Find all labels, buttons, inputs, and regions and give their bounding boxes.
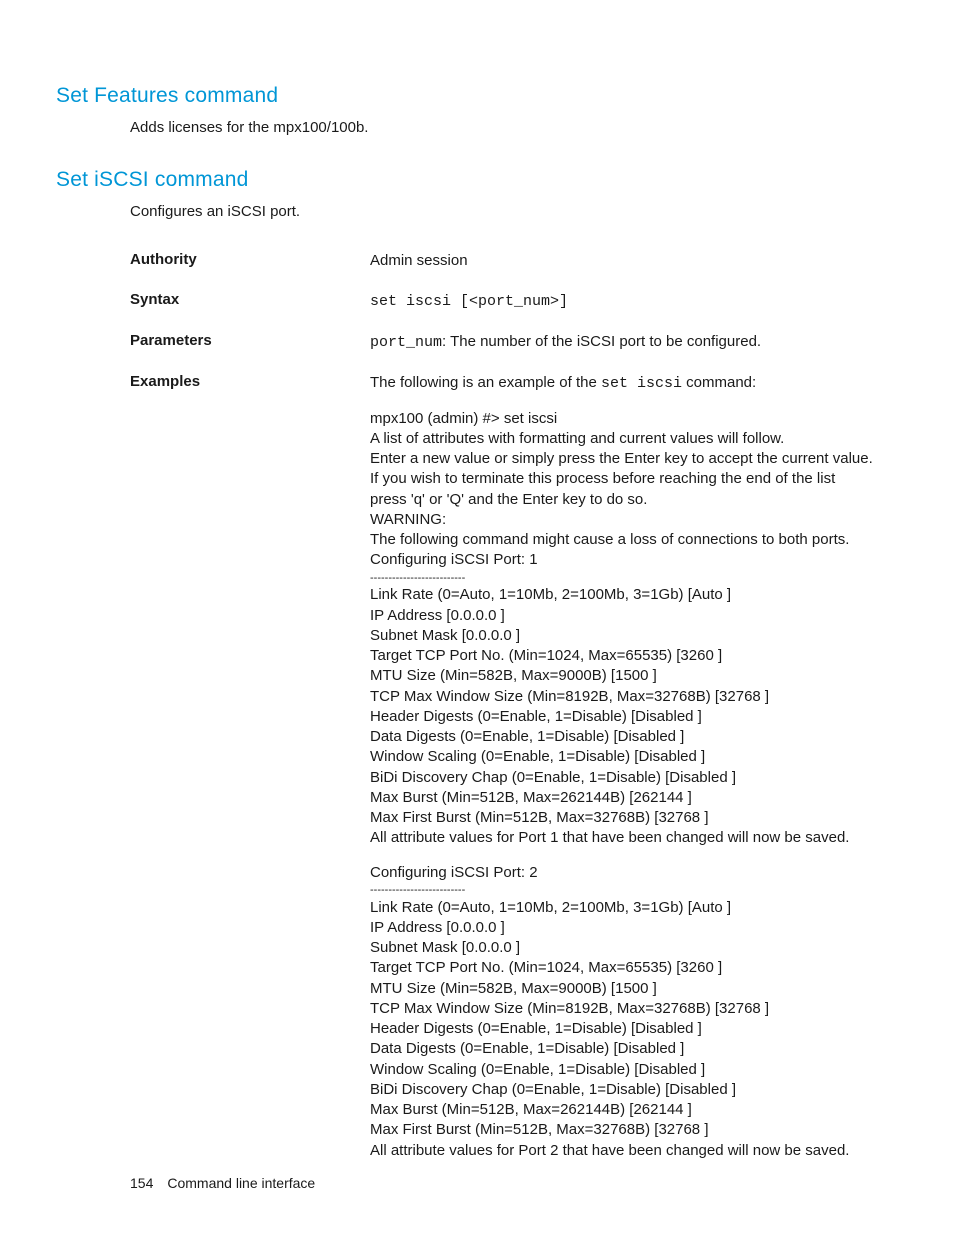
example-block-1: mpx100 (admin) #> set iscsi A list of at… xyxy=(370,409,898,571)
examples-intro-post: command: xyxy=(682,374,756,391)
page: Set Features command Adds licenses for t… xyxy=(0,0,954,1235)
example-block-2: Link Rate (0=Auto, 1=10Mb, 2=100Mb, 3=1G… xyxy=(370,585,898,848)
spec-table: Authority Admin session Syntax set iscsi… xyxy=(130,251,898,1161)
page-footer: 154 Command line interface xyxy=(130,1175,315,1191)
separator-2: -------------------------- xyxy=(370,883,898,898)
page-number: 154 xyxy=(130,1175,153,1191)
label-parameters: Parameters xyxy=(130,332,370,349)
param-code: port_num xyxy=(370,334,442,351)
label-syntax: Syntax xyxy=(130,291,370,308)
examples-intro-code: set iscsi xyxy=(601,375,682,392)
body-set-features: Adds licenses for the mpx100/100b. xyxy=(130,118,898,138)
value-examples: The following is an example of the set i… xyxy=(370,373,898,1161)
value-authority: Admin session xyxy=(370,251,898,271)
example-block-3: Link Rate (0=Auto, 1=10Mb, 2=100Mb, 3=1G… xyxy=(370,898,898,1161)
syntax-code: set iscsi [<port_num>] xyxy=(370,293,568,310)
row-parameters: Parameters port_num: The number of the i… xyxy=(130,332,898,353)
label-examples: Examples xyxy=(130,373,370,390)
heading-set-features: Set Features command xyxy=(56,84,898,108)
value-parameters: port_num: The number of the iSCSI port t… xyxy=(370,332,898,353)
footer-title: Command line interface xyxy=(167,1175,315,1191)
row-examples: Examples The following is an example of … xyxy=(130,373,898,1161)
value-syntax: set iscsi [<port_num>] xyxy=(370,291,898,312)
row-authority: Authority Admin session xyxy=(130,251,898,271)
heading-set-iscsi: Set iSCSI command xyxy=(56,168,898,192)
examples-intro-pre: The following is an example of the xyxy=(370,374,601,391)
param-rest: : The number of the iSCSI port to be con… xyxy=(442,333,761,350)
label-authority: Authority xyxy=(130,251,370,268)
row-syntax: Syntax set iscsi [<port_num>] xyxy=(130,291,898,312)
body-set-iscsi: Configures an iSCSI port. xyxy=(130,202,898,222)
separator-1: -------------------------- xyxy=(370,571,898,586)
example-block-3-header: Configuring iSCSI Port: 2 xyxy=(370,863,898,883)
